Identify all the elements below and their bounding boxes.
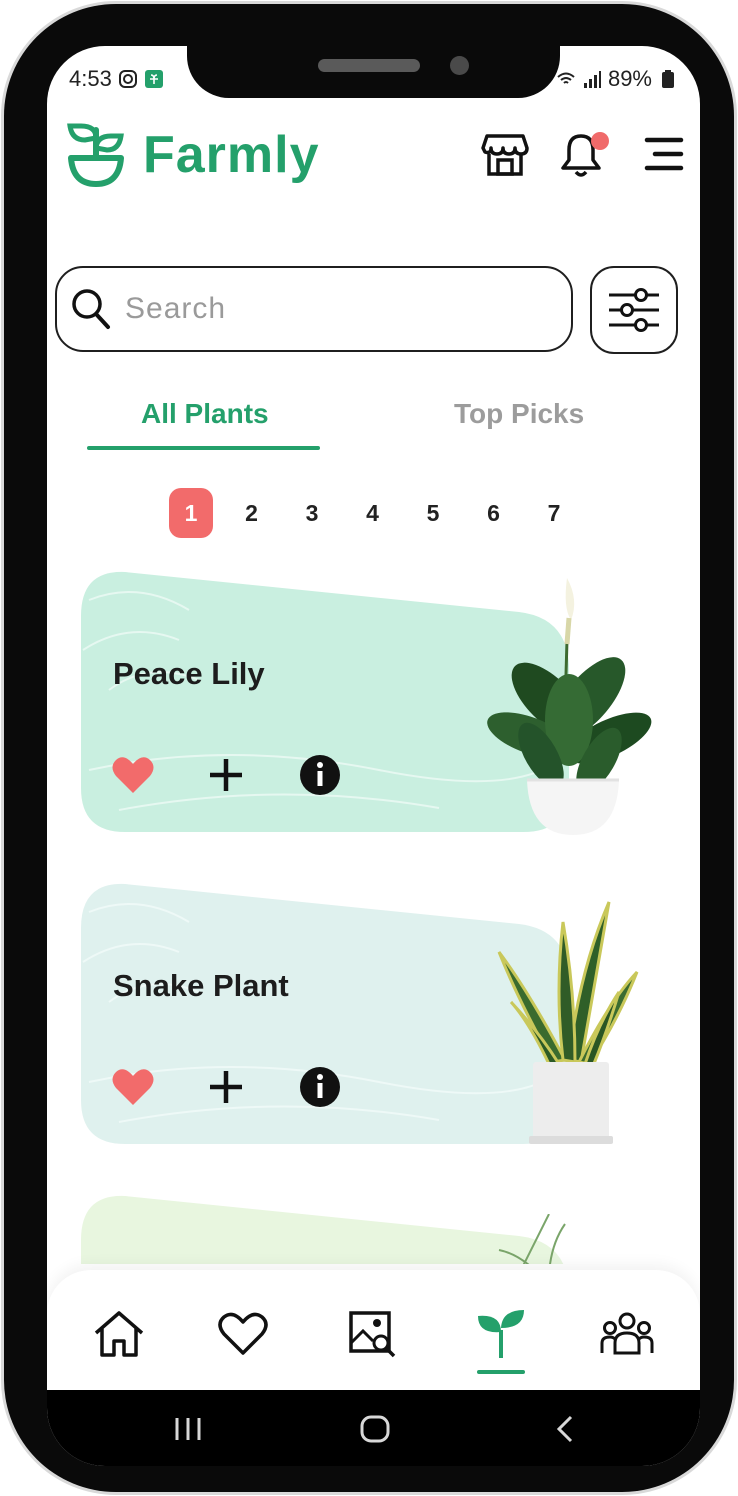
plant-image-partial bbox=[498, 1214, 566, 1264]
page-5[interactable]: 5 bbox=[411, 488, 455, 538]
tab-all-plants[interactable]: All Plants bbox=[141, 398, 269, 430]
wifi-icon bbox=[557, 72, 575, 84]
info-icon[interactable] bbox=[299, 1066, 341, 1108]
page-1[interactable]: 1 bbox=[169, 488, 213, 538]
card-actions bbox=[111, 1066, 341, 1108]
speaker-grille bbox=[318, 59, 420, 72]
plant-name: Peace Lily bbox=[113, 656, 265, 691]
page-2[interactable]: 2 bbox=[230, 488, 274, 538]
info-icon[interactable] bbox=[299, 754, 341, 796]
heart-icon[interactable] bbox=[111, 1067, 155, 1107]
app-screen: 4:53 89% Farmly Search All Plants Top Pi… bbox=[47, 46, 700, 1466]
page-7[interactable]: 7 bbox=[532, 488, 576, 538]
battery-icon bbox=[662, 70, 674, 88]
sliders-icon bbox=[609, 288, 659, 332]
app-name: Farmly bbox=[143, 126, 320, 184]
add-icon[interactable] bbox=[207, 756, 245, 794]
nav-scan[interactable] bbox=[345, 1306, 401, 1362]
status-time: 4:53 bbox=[69, 66, 112, 91]
card-actions bbox=[111, 754, 341, 796]
battery-percent: 89% bbox=[607, 66, 652, 91]
active-nav-indicator bbox=[477, 1370, 525, 1374]
home-circle-icon[interactable] bbox=[359, 1414, 391, 1444]
store-icon[interactable] bbox=[481, 130, 529, 178]
page-4[interactable]: 4 bbox=[351, 488, 395, 538]
plant-name: Snake Plant bbox=[113, 968, 289, 1003]
status-bar-right: 89% bbox=[556, 66, 678, 92]
recent-apps-icon[interactable] bbox=[173, 1416, 203, 1442]
status-bar-left: 4:53 bbox=[69, 66, 164, 92]
app-logo[interactable]: Farmly bbox=[67, 122, 320, 188]
farmly-notification-icon bbox=[144, 70, 163, 88]
home-icon bbox=[94, 1311, 144, 1357]
menu-icon[interactable] bbox=[639, 130, 687, 178]
community-icon bbox=[600, 1312, 654, 1355]
signal-icon bbox=[583, 71, 601, 88]
instagram-icon bbox=[118, 70, 137, 88]
page-6[interactable]: 6 bbox=[472, 488, 516, 538]
bottom-navigation bbox=[47, 1270, 700, 1390]
add-icon[interactable] bbox=[207, 1068, 245, 1106]
nav-home[interactable] bbox=[91, 1306, 147, 1362]
snake-plant-image bbox=[497, 901, 639, 1144]
notification-badge bbox=[591, 132, 609, 150]
filter-button[interactable] bbox=[590, 266, 678, 354]
heart-icon bbox=[218, 1312, 268, 1355]
phone-frame: 4:53 89% Farmly Search All Plants Top Pi… bbox=[4, 4, 734, 1492]
plant-card-partial[interactable] bbox=[79, 1194, 569, 1264]
camera-notch bbox=[187, 46, 560, 98]
nav-plants[interactable] bbox=[473, 1306, 529, 1362]
phone-device: 4:53 89% Farmly Search All Plants Top Pi… bbox=[0, 0, 738, 1496]
back-icon[interactable] bbox=[553, 1414, 577, 1444]
plant-card-peace-lily[interactable]: Peace Lily bbox=[79, 570, 652, 835]
tab-top-picks[interactable]: Top Picks bbox=[454, 398, 584, 430]
search-input[interactable]: Search bbox=[55, 266, 573, 352]
system-navigation-bar bbox=[47, 1390, 700, 1466]
heart-icon[interactable] bbox=[111, 755, 155, 795]
sprout-icon bbox=[478, 1310, 524, 1358]
front-camera bbox=[450, 56, 469, 75]
search-icon bbox=[72, 289, 110, 329]
search-placeholder: Search bbox=[125, 292, 227, 325]
plant-card-snake-plant[interactable]: Snake Plant bbox=[79, 882, 639, 1147]
pagination: 1 2 3 4 5 6 7 bbox=[169, 488, 593, 538]
nav-favorites[interactable] bbox=[215, 1306, 271, 1362]
sprout-logo-icon bbox=[67, 123, 124, 187]
page-3[interactable]: 3 bbox=[290, 488, 334, 538]
peace-lily-image bbox=[487, 578, 652, 835]
image-search-icon bbox=[349, 1311, 396, 1358]
nav-community[interactable] bbox=[599, 1306, 655, 1362]
active-tab-indicator bbox=[87, 446, 320, 450]
